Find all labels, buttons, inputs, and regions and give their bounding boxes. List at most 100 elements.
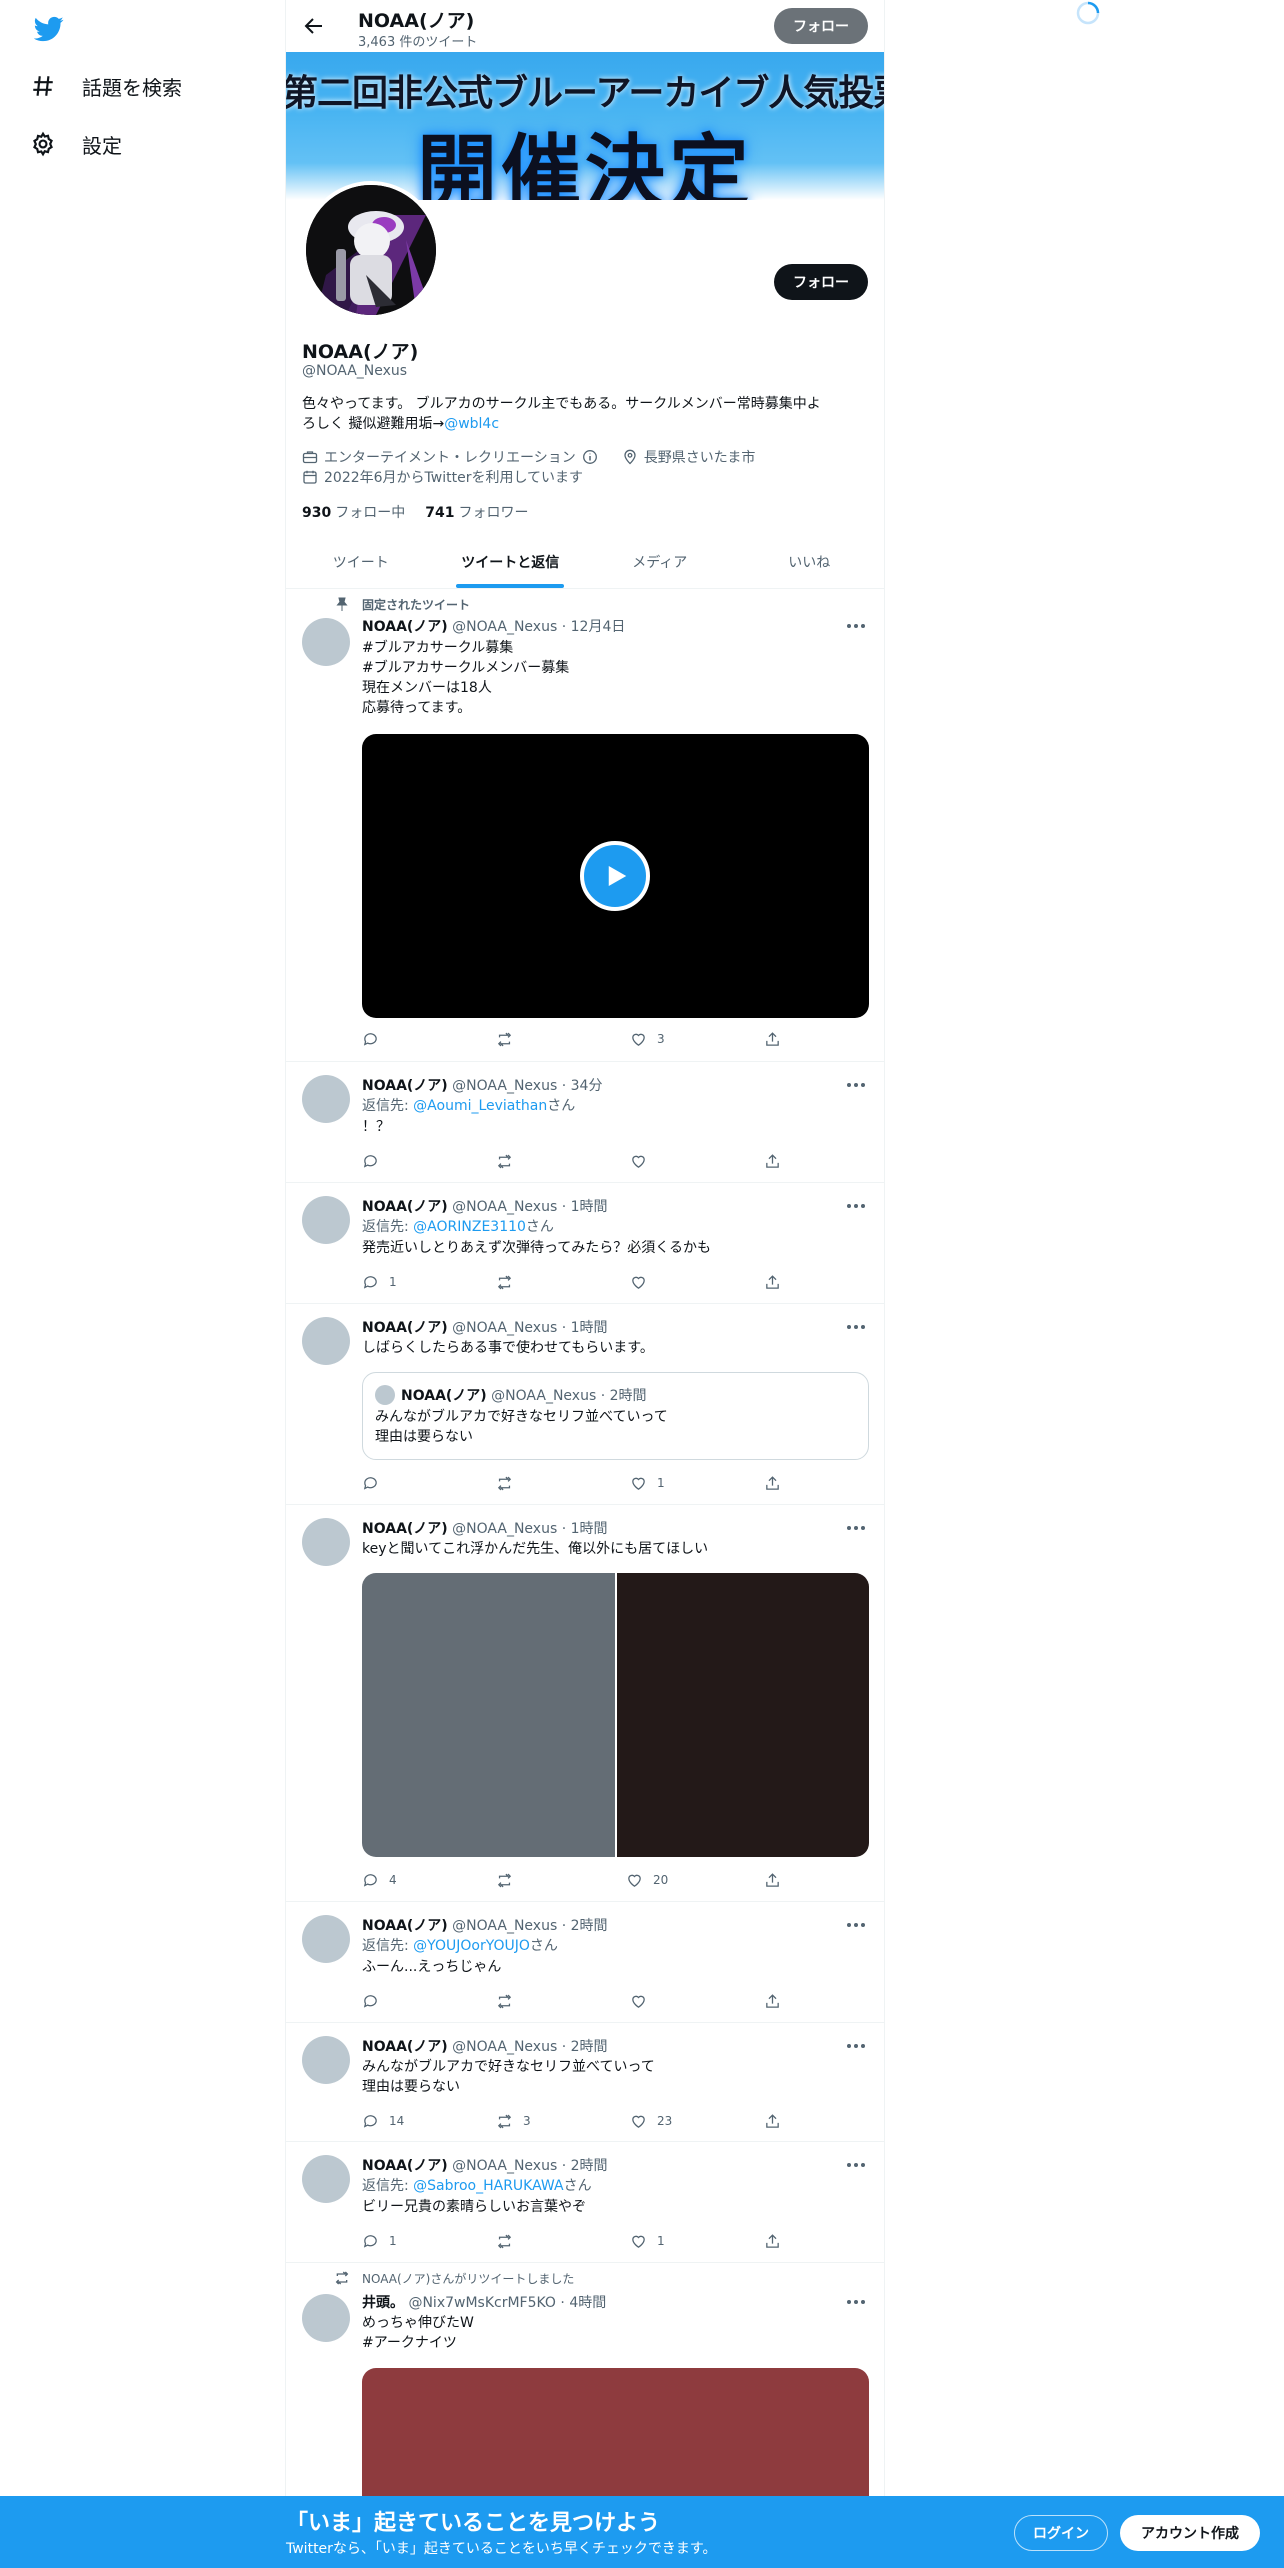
mention-link[interactable]: @YOUJOorYOUJO — [413, 1938, 530, 1954]
reply-button[interactable]: 14 — [362, 2111, 404, 2131]
like-button[interactable]: 1 — [630, 1473, 665, 1493]
share-button[interactable] — [764, 1870, 781, 1890]
avatar[interactable] — [302, 2155, 350, 2203]
pinned-label: 固定されたツイート — [362, 598, 471, 612]
nav-explore-label: 話題を検索 — [82, 75, 182, 100]
tweet[interactable]: NOAA(ノア) @NOAA_Nexus · 2時間 返信先: @Sabroo_… — [286, 2143, 884, 2263]
tweet-header: NOAA(ノア) @NOAA_Nexus · 1時間 — [362, 1521, 608, 1537]
reply-context: 返信先: @Sabroo_HARUKAWAさん — [362, 2178, 592, 2194]
tweet[interactable]: NOAA(ノア) @NOAA_Nexus · 1時間 返信先: @AORINZE… — [286, 1184, 884, 1304]
tweet-image[interactable] — [362, 1573, 615, 1857]
retweet-button[interactable] — [496, 1272, 513, 1292]
share-button[interactable] — [764, 2231, 781, 2251]
reply-count: 1 — [389, 2234, 397, 2248]
tweet[interactable]: NOAA(ノア) @NOAA_Nexus · 1時間 しばらくしたらある事で使わ… — [286, 1305, 884, 1505]
share-button[interactable] — [764, 2111, 781, 2131]
retweet-button[interactable] — [496, 1991, 513, 2011]
like-button[interactable] — [630, 1991, 647, 2011]
header-follow-button[interactable]: フォロー — [774, 8, 868, 44]
hashtag-link[interactable]: #アークナイツ — [362, 2333, 457, 2353]
login-button[interactable]: ログイン — [1014, 2515, 1108, 2551]
hashtag-link[interactable]: #ブルアカサークル募集 — [362, 638, 513, 658]
mention-link[interactable]: @Sabroo_HARUKAWA — [413, 2178, 563, 2194]
more-options-icon[interactable] — [844, 2294, 868, 2310]
twitter-logo-icon[interactable] — [34, 14, 64, 44]
reply-button[interactable] — [362, 1151, 379, 1171]
tweet[interactable]: NOAA(ノア) @NOAA_Nexus · 2時間 返信先: @YOUJOor… — [286, 1903, 884, 2023]
reply-button[interactable] — [362, 1473, 379, 1493]
retweet-button[interactable]: 3 — [496, 2111, 531, 2131]
tab-tweets-and-replies[interactable]: ツイートと返信 — [436, 535, 586, 588]
more-options-icon[interactable] — [844, 2038, 868, 2054]
mention-link[interactable]: @Aoumi_Leviathan — [413, 1098, 547, 1114]
back-arrow-icon[interactable] — [302, 14, 326, 38]
reply-button[interactable] — [362, 1029, 379, 1049]
avatar[interactable] — [302, 1915, 350, 1963]
tweet[interactable]: NOAA(ノア) @NOAA_Nexus · 1時間 keyと聞いてこれ浮かんだ… — [286, 1506, 884, 1902]
like-button[interactable]: 23 — [630, 2111, 672, 2131]
tweet[interactable]: NOAA(ノア) @NOAA_Nexus · 2時間 みんながブルアカで好きなセ… — [286, 2024, 884, 2142]
bio-line-1: 色々やってます。 ブルアカのサークル主でもある。サークルメンバー常時募集中よ — [302, 396, 821, 412]
signup-banner-title: 「いま」起きていることを見つけよう — [286, 2511, 661, 2536]
hashtag-link[interactable]: #ブルアカサークルメンバー募集 — [362, 658, 569, 678]
retweet-button[interactable] — [496, 1870, 513, 1890]
tab-media[interactable]: メディア — [585, 535, 735, 588]
more-options-icon[interactable] — [844, 1520, 868, 1536]
retweet-button[interactable] — [496, 1029, 513, 1049]
reply-button[interactable]: 4 — [362, 1870, 397, 1890]
signup-button[interactable]: アカウント作成 — [1120, 2515, 1260, 2551]
like-button[interactable]: 1 — [630, 2231, 665, 2251]
avatar[interactable] — [302, 2036, 350, 2084]
avatar[interactable] — [302, 1196, 350, 1244]
share-button[interactable] — [764, 1991, 781, 2011]
tweet-image[interactable] — [616, 1573, 869, 1857]
avatar[interactable] — [302, 618, 350, 666]
retweet-button[interactable] — [496, 1151, 513, 1171]
mention-link[interactable]: @AORINZE3110 — [413, 1219, 526, 1235]
tweet[interactable]: NOAA(ノア) @NOAA_Nexus · 34分 返信先: @Aoumi_L… — [286, 1063, 884, 1183]
profile-avatar[interactable] — [302, 181, 440, 319]
briefcase-icon — [302, 449, 318, 465]
avatar[interactable] — [302, 1518, 350, 1566]
quoted-tweet[interactable]: NOAA(ノア) @NOAA_Nexus · 2時間 みんながブルアカで好きなセ… — [362, 1372, 869, 1460]
profile-follow-button[interactable]: フォロー — [774, 264, 868, 300]
followers-link[interactable]: 741 フォロワー — [425, 502, 528, 522]
bio-link[interactable]: @wbl4c — [444, 416, 499, 432]
nav-settings[interactable]: 設定 — [30, 124, 122, 164]
tweet-video[interactable] — [362, 734, 869, 1018]
tab-likes[interactable]: いいね — [735, 535, 885, 588]
avatar[interactable] — [302, 2294, 350, 2342]
nav-explore[interactable]: 話題を検索 — [30, 66, 182, 106]
avatar[interactable] — [302, 1317, 350, 1365]
tab-tweets[interactable]: ツイート — [286, 535, 436, 588]
reply-button[interactable] — [362, 1991, 379, 2011]
play-icon[interactable] — [580, 841, 650, 911]
avatar[interactable] — [302, 1075, 350, 1123]
tweet-text: 応募待ってます。 — [362, 700, 472, 716]
retweet-button[interactable] — [496, 1473, 513, 1493]
bio-line-2: ろしく 擬似避難用垢→@wbl4c — [302, 414, 872, 434]
reply-button[interactable]: 1 — [362, 2231, 397, 2251]
more-options-icon[interactable] — [844, 1077, 868, 1093]
like-button[interactable] — [630, 1151, 647, 1171]
like-button[interactable]: 3 — [630, 1029, 665, 1049]
reply-button[interactable]: 1 — [362, 1272, 397, 1292]
share-button[interactable] — [764, 1151, 781, 1171]
profile-banner[interactable]: 第二回非公式ブルーアーカイブ人気投票 開催決定 — [286, 52, 884, 200]
tweet[interactable]: 固定されたツイート NOAA(ノア) @NOAA_Nexus · 12月4日 #… — [286, 590, 884, 1062]
tweet-image-grid — [362, 1573, 869, 1857]
retweet-button[interactable] — [496, 2231, 513, 2251]
like-button[interactable] — [630, 1272, 647, 1292]
more-options-icon[interactable] — [844, 1917, 868, 1933]
more-options-icon[interactable] — [844, 1198, 868, 1214]
more-options-icon[interactable] — [844, 1319, 868, 1335]
more-options-icon[interactable] — [844, 618, 868, 634]
info-icon[interactable] — [582, 449, 598, 465]
bio-text: ろしく 擬似避難用垢→ — [302, 416, 445, 432]
share-button[interactable] — [764, 1473, 781, 1493]
share-button[interactable] — [764, 1029, 781, 1049]
like-button[interactable]: 20 — [626, 1870, 668, 1890]
following-link[interactable]: 930 フォロー中 — [302, 502, 405, 522]
more-options-icon[interactable] — [844, 2157, 868, 2173]
share-button[interactable] — [764, 1272, 781, 1292]
